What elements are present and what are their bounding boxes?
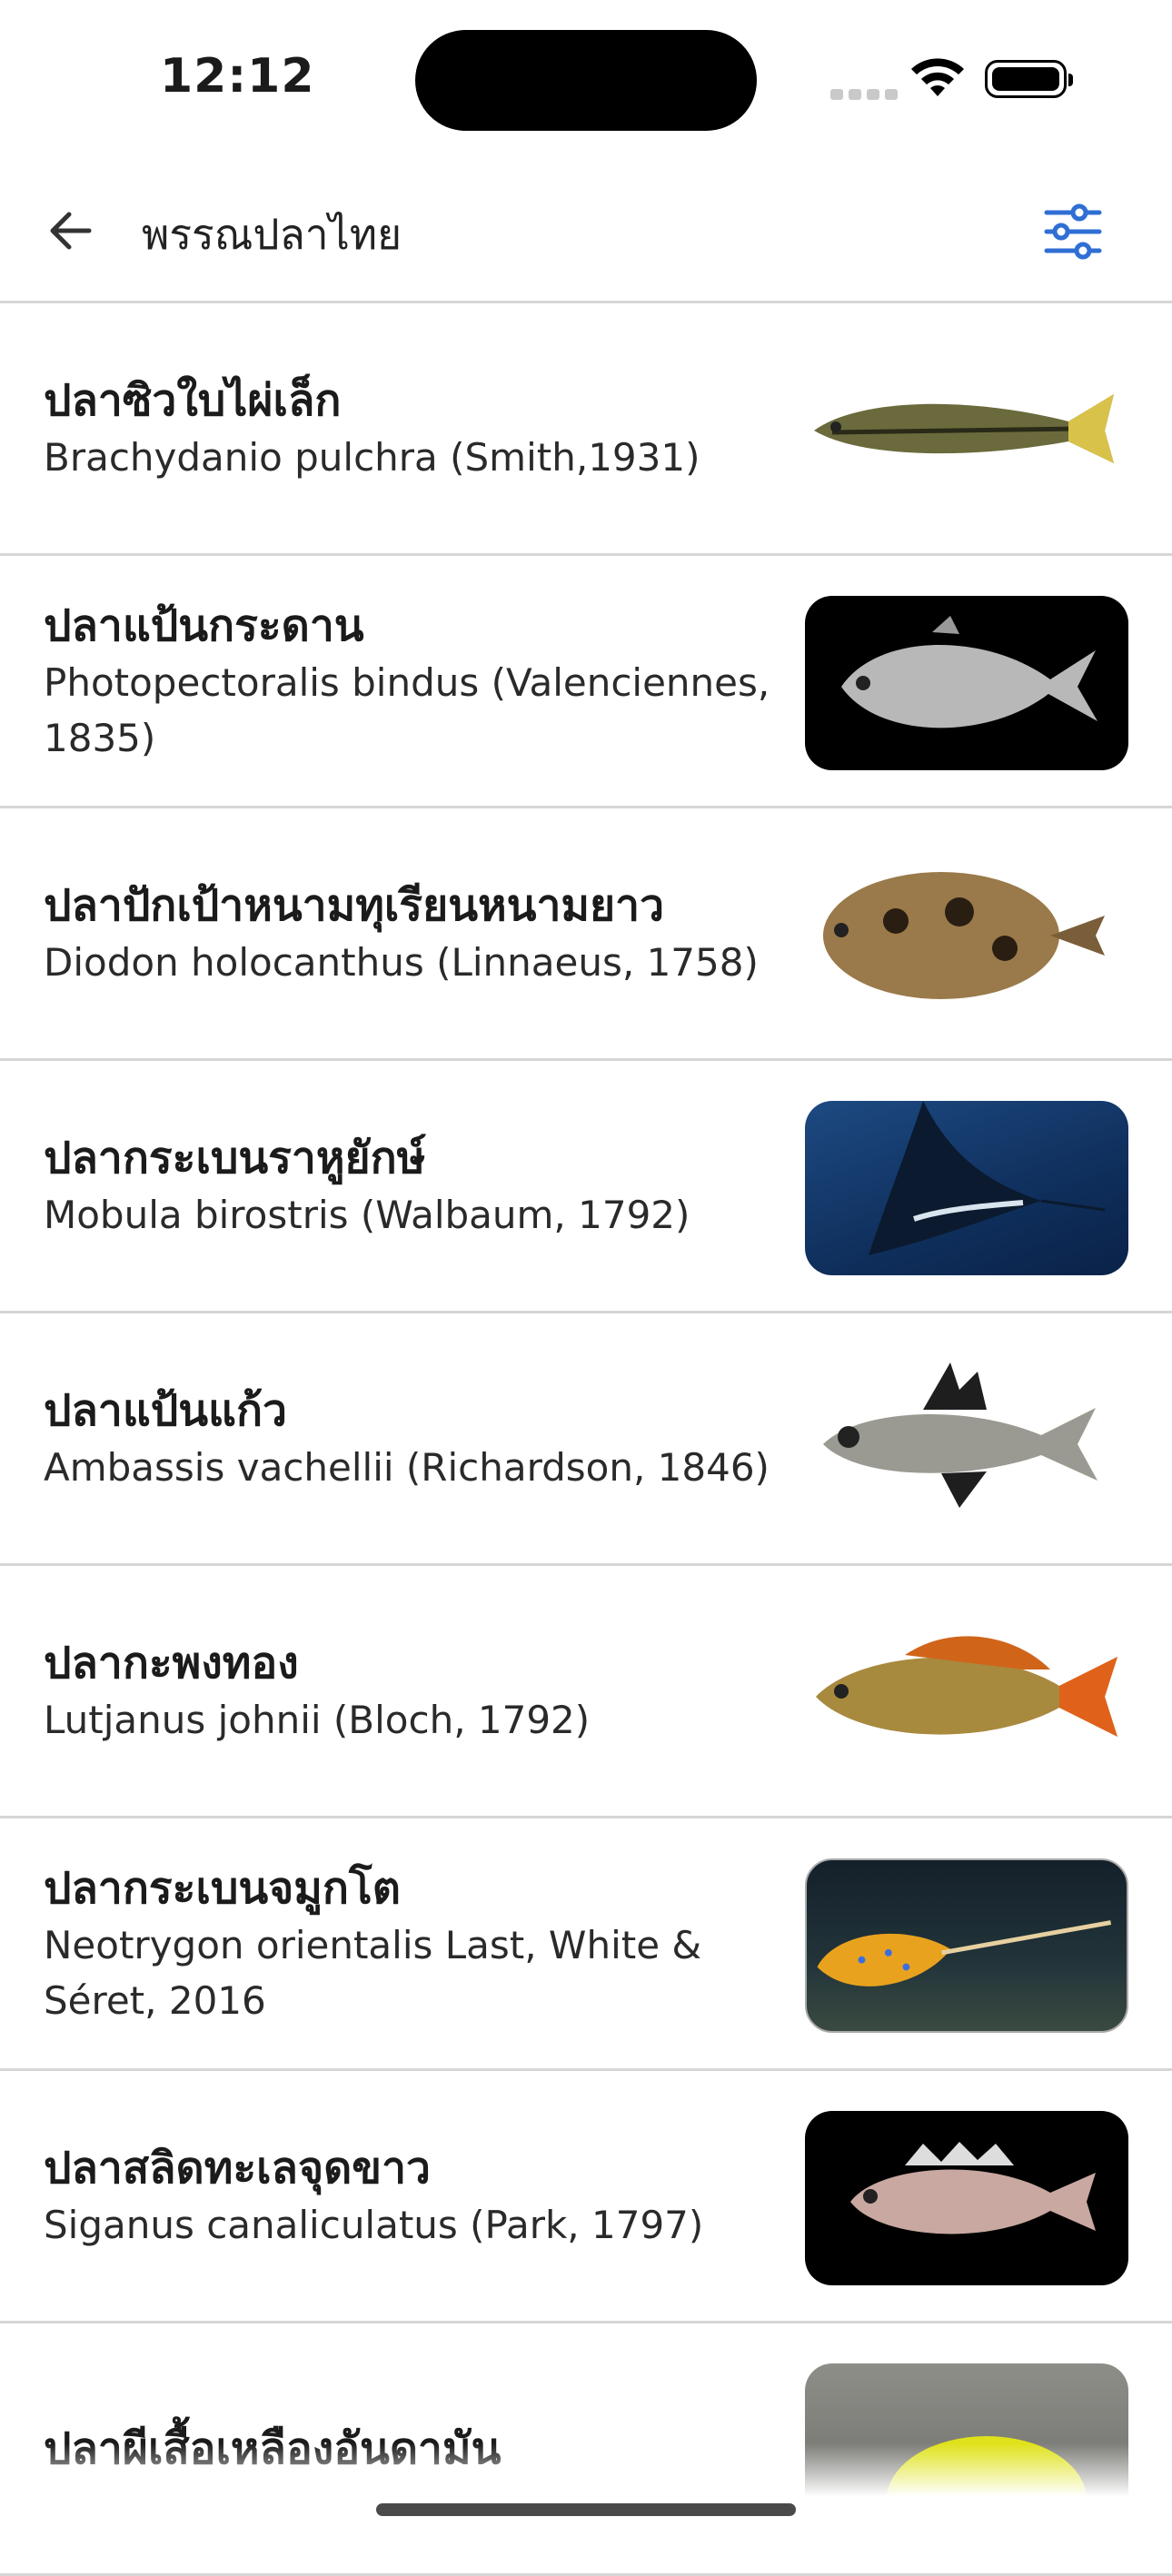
list-item[interactable]: ปลาแป้นแก้ว Ambassis vachellii (Richards…: [0, 1313, 1172, 1566]
home-indicator[interactable]: [376, 2503, 796, 2516]
fish-scientific-name: Diodon holocanthus (Linnaeus, 1758): [44, 940, 759, 985]
fish-thai-name: ปลาแป้นแก้ว: [44, 1385, 288, 1436]
fish-scientific-name: Brachydanio pulchra (Smith,1931): [44, 435, 700, 480]
list-item[interactable]: ปลาสลิดทะเลจุดขาว Siganus canaliculatus …: [0, 2071, 1172, 2323]
list-item[interactable]: ปลากะพงทอง Lutjanus johnii (Bloch, 1792): [0, 1566, 1172, 1818]
page-title: พรรณปลาไทย: [142, 210, 402, 259]
cellular-signal-icon: [830, 64, 901, 100]
fish-image: [805, 2111, 1128, 2285]
fish-thai-name: ปลาสลิดทะเลจุดขาว: [44, 2143, 431, 2194]
fish-image: [805, 1858, 1128, 2033]
fish-image: [805, 343, 1128, 518]
list-item[interactable]: ปลาปักเป้าหนามทุเรียนหนามยาว Diodon holo…: [0, 808, 1172, 1061]
fish-thai-name: ปลาซิวใบไผ่เล็ก: [44, 375, 342, 426]
list-item[interactable]: ปลาแป้นกระดาน Photopectoralis bindus (Va…: [0, 556, 1172, 808]
dynamic-island: [415, 30, 757, 131]
fish-scientific-name: Ambassis vachellii (Richardson, 1846): [44, 1445, 770, 1490]
status-bar: 12:12: [0, 0, 1172, 154]
fish-scientific-name: Neotrygon orientalis Last, White & Séret…: [44, 1922, 702, 2023]
fish-thai-name: ปลากระเบนจมูกโต: [44, 1862, 401, 1914]
wifi-icon: [911, 58, 964, 96]
fish-scientific-name: Mobula birostris (Walbaum, 1792): [44, 1193, 690, 1237]
sliders-icon[interactable]: [1041, 200, 1105, 263]
fish-image: [805, 848, 1128, 1023]
fish-scientific-name: Photopectoralis bindus (Valenciennes, 18…: [44, 659, 770, 760]
fish-scientific-name: Siganus canaliculatus (Park, 1797): [44, 2203, 704, 2247]
battery-icon: [985, 60, 1073, 98]
list-item[interactable]: ปลาซิวใบไผ่เล็ก Brachydanio pulchra (Smi…: [0, 303, 1172, 556]
fish-thai-name: ปลาปักเป้าหนามทุเรียนหนามยาว: [44, 880, 665, 931]
status-time: 12:12: [160, 49, 315, 104]
list-item[interactable]: ปลากระเบนราหูยักษ์ Mobula birostris (Wal…: [0, 1061, 1172, 1313]
fish-image: [805, 596, 1128, 770]
fish-image: [805, 1101, 1128, 1275]
fish-thai-name: ปลากะพงทอง: [44, 1638, 299, 1689]
fish-scientific-name: Lutjanus johnii (Bloch, 1792): [44, 1698, 591, 1742]
fish-thai-name: ปลาแป้นกระดาน: [44, 599, 364, 651]
fish-image: [805, 1606, 1128, 1780]
bottom-fade: [0, 2443, 1172, 2540]
fish-list: ปลาซิวใบไผ่เล็ก Brachydanio pulchra (Smi…: [0, 303, 1172, 2576]
arrow-left-icon[interactable]: [44, 203, 98, 258]
fish-image: [805, 1353, 1128, 1528]
app-bar: พรรณปลาไทย: [0, 154, 1172, 303]
list-item[interactable]: ปลากระเบนจมูกโต Neotrygon orientalis Las…: [0, 1818, 1172, 2071]
fish-thai-name: ปลากระเบนราหูยักษ์: [44, 1133, 426, 1184]
